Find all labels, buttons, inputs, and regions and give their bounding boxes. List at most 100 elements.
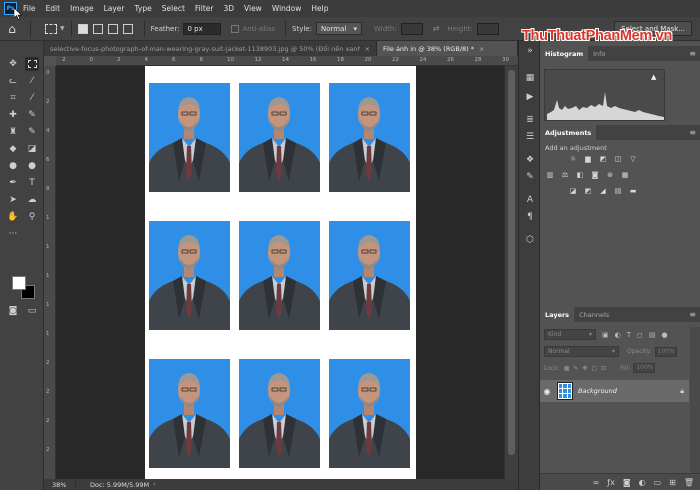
shape-filter-icon[interactable]: ◻ [637, 331, 643, 339]
style-select[interactable]: Normal ▾ [315, 22, 362, 35]
tab-adjustments[interactable]: Adjustments [540, 125, 597, 140]
menu-image[interactable]: Image [70, 4, 94, 13]
menu-window[interactable]: Window [272, 4, 302, 13]
intersect-selection-icon[interactable] [122, 23, 133, 34]
color-lookup-icon[interactable]: ▦ [620, 170, 630, 179]
play-actions-icon[interactable]: ▶ [523, 90, 537, 104]
libraries-icon[interactable]: ≣ [523, 113, 537, 127]
layer-style-icon[interactable]: ƒx [607, 478, 615, 487]
hand-tool-icon[interactable]: ✋ [6, 210, 20, 224]
tab-layers[interactable]: Layers [540, 307, 575, 322]
blur-tool-icon[interactable]: ● [6, 159, 20, 173]
chevron-right-icon[interactable]: › [153, 481, 155, 488]
invert-icon[interactable]: ◪ [568, 186, 578, 195]
channel-mixer-icon[interactable]: ⊛ [605, 170, 615, 179]
menu-file[interactable]: File [23, 4, 36, 13]
screen-mode-icon[interactable]: ▭ [25, 304, 39, 318]
add-selection-icon[interactable] [92, 23, 103, 34]
type-tool-icon[interactable]: T [25, 176, 39, 190]
lock-all-icon[interactable]: ⊡ [601, 365, 606, 372]
lock-icon[interactable]: 🔒︎ [680, 387, 684, 396]
lock-position-icon[interactable]: ✥ [582, 365, 587, 372]
histogram-panel-icon[interactable]: ▦ [523, 71, 537, 85]
hue-saturation-icon[interactable]: ▥ [545, 170, 555, 179]
foreground-color-swatch[interactable] [12, 276, 26, 290]
marquee-tool-icon[interactable] [25, 57, 39, 71]
paint-bucket-tool-icon[interactable]: ◪ [25, 142, 39, 156]
properties-icon[interactable]: ☰ [523, 130, 537, 144]
canvas-area[interactable] [56, 66, 504, 479]
new-adjustment-icon[interactable]: ◐ [639, 478, 646, 487]
eye-icon[interactable]: ◉ [540, 387, 554, 396]
menu-layer[interactable]: Layer [104, 4, 125, 13]
magic-wand-tool-icon[interactable]: ⁄ [25, 74, 39, 88]
link-layers-icon[interactable]: ∞ [593, 478, 600, 487]
subtract-selection-icon[interactable] [107, 23, 118, 34]
close-icon[interactable]: × [479, 45, 484, 53]
filter-toggle-icon[interactable]: ● [661, 331, 667, 339]
menu-select[interactable]: Select [162, 4, 185, 13]
width-input[interactable] [400, 22, 423, 35]
feather-input[interactable]: 0 px [183, 22, 222, 35]
vertical-scrollbar[interactable] [504, 66, 518, 479]
selective-color-icon[interactable]: ▤ [613, 186, 623, 195]
lasso-tool-icon[interactable]: ᓚ [6, 74, 20, 88]
blend-mode-select[interactable]: Normal ▾ [544, 346, 619, 357]
antialias-checkbox[interactable] [231, 24, 240, 33]
brush-settings-icon[interactable]: ✎ [523, 170, 537, 184]
panel-menu-icon[interactable]: ≡ [689, 49, 696, 58]
menu-help[interactable]: Help [311, 4, 328, 13]
gradient-map-icon[interactable]: ▬ [628, 186, 638, 195]
move-tool-icon[interactable]: ✥ [6, 57, 20, 71]
brush-tool-icon[interactable]: ✎ [25, 108, 39, 122]
history-brush-tool-icon[interactable]: ✎ [25, 125, 39, 139]
vibrance-icon[interactable]: ▽ [628, 154, 638, 163]
layer-mask-icon[interactable]: ◙ [623, 478, 631, 487]
quick-mask-icon[interactable]: ◙ [6, 304, 20, 318]
collapse-arrows-icon[interactable]: » [523, 44, 537, 58]
document-page[interactable] [145, 66, 416, 479]
height-input[interactable] [476, 22, 499, 35]
type-filter-icon[interactable]: T [627, 331, 631, 339]
tab-document-2[interactable]: File ảnh in @ 38% (RGB/8) * × [377, 41, 518, 56]
adjustment-filter-icon[interactable]: ◐ [615, 331, 621, 339]
warning-icon[interactable]: ▲ [651, 73, 656, 81]
shape-tool-icon[interactable]: ☁ [25, 193, 39, 207]
opacity-input[interactable]: 100% [654, 346, 677, 357]
menu-view[interactable]: View [244, 4, 262, 13]
color-balance-icon[interactable]: ⚖ [560, 170, 570, 179]
panel-menu-icon[interactable]: ≡ [689, 310, 696, 319]
more-tools-icon[interactable]: ··· [6, 227, 20, 241]
tab-channels[interactable]: Channels [574, 307, 614, 322]
pixel-filter-icon[interactable]: ▣ [602, 331, 609, 339]
marquee-preset-icon[interactable] [45, 23, 57, 34]
delete-layer-icon[interactable]: 🗑︎ [684, 478, 694, 487]
smart-object-filter-icon[interactable]: ▤ [649, 331, 656, 339]
clone-stamp-tool-icon[interactable]: ♜ [6, 125, 20, 139]
swap-icon[interactable]: ⇄ [433, 24, 440, 33]
character-panel-icon[interactable]: A [523, 193, 537, 207]
lock-image-icon[interactable]: ✎ [573, 365, 578, 372]
3d-panel-icon[interactable]: ⬡ [523, 233, 537, 247]
scrollbar-thumb[interactable] [508, 70, 515, 455]
path-selection-tool-icon[interactable]: ➤ [6, 193, 20, 207]
layer-kind-filter[interactable]: Kind ▾ [544, 329, 596, 340]
menu-filter[interactable]: Filter [195, 4, 214, 13]
new-group-icon[interactable]: ▭ [654, 478, 662, 487]
threshold-icon[interactable]: ◢ [598, 186, 608, 195]
photo-filter-icon[interactable]: ◙ [590, 170, 600, 179]
crop-tool-icon[interactable]: ⌗ [6, 91, 20, 105]
fill-input[interactable]: 100% [633, 363, 656, 373]
dodge-tool-icon[interactable]: ● [25, 159, 39, 173]
layers-scrollbar[interactable] [690, 327, 700, 473]
menu-type[interactable]: Type [135, 4, 152, 13]
zoom-level[interactable]: 38% [44, 480, 76, 489]
tab-document-1[interactable]: selective-focus-photograph-of-man-wearin… [44, 41, 377, 56]
menu-edit[interactable]: Edit [46, 4, 61, 13]
brightness-contrast-icon[interactable]: ☼ [568, 154, 578, 163]
new-selection-icon[interactable] [77, 23, 88, 34]
close-icon[interactable]: × [365, 45, 370, 53]
lock-artboard-icon[interactable]: ▢ [591, 365, 597, 372]
styles-icon[interactable]: ❖ [523, 153, 537, 167]
tab-histogram[interactable]: Histogram [540, 46, 589, 61]
